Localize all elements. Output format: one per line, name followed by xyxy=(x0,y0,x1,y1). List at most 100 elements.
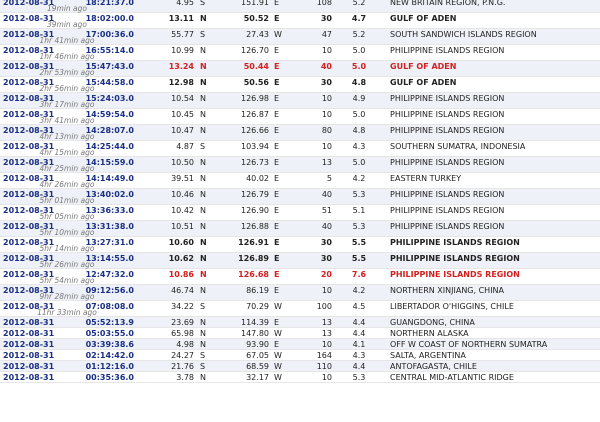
longitude-direction-cell: W xyxy=(274,329,282,338)
depth-cell: 40 xyxy=(321,190,332,199)
longitude-direction-cell: E xyxy=(274,126,280,135)
longitude-cell: 126.91 xyxy=(238,238,269,247)
magnitude-cell: 5.0 xyxy=(352,158,366,167)
time-cell[interactable]: 03:39:38.6 xyxy=(67,340,134,349)
depth-cell: 20 xyxy=(320,270,332,279)
time-cell[interactable]: 05:03:55.0 xyxy=(67,329,134,338)
time-cell[interactable]: 05:52:13.9 xyxy=(67,318,134,327)
latitude-direction-cell: N xyxy=(200,126,206,135)
latitude-cell: 10.51 xyxy=(171,222,194,231)
region-cell: PHILIPPINE ISLANDS REGION xyxy=(390,206,505,215)
magnitude-cell: 4.1 xyxy=(352,340,366,349)
depth-cell: 30 xyxy=(320,254,332,263)
table-row: 2012-08-31 00:35:36.0 3.78 N 32.17 W 10 5.3 CENT… xyxy=(0,372,600,383)
time-ago-label: 5hr 10min ago xyxy=(39,228,95,237)
longitude-direction-cell: W xyxy=(274,373,282,382)
time-cell[interactable]: 01:12:16.0 xyxy=(67,362,134,371)
latitude-direction-cell: N xyxy=(200,270,207,279)
table-row: 2012-08-31 13:40:02.0 10.46 N 126.79 E 40 5.3 PH… xyxy=(0,189,600,205)
region-cell: CENTRAL MID-ATLANTIC RIDGE xyxy=(390,373,514,382)
latitude-cell: 10.99 xyxy=(171,46,194,55)
magnitude-cell: 4.2 xyxy=(352,174,366,183)
date-cell[interactable]: 2012-08-31 xyxy=(3,373,54,382)
region-cell: EASTERN TURKEY xyxy=(390,174,462,183)
table-row: 2012-08-31 13:14:55.0 10.62 N 126.89 E 30 5.5 PH… xyxy=(0,253,600,269)
magnitude-cell: 5.3 xyxy=(352,190,366,199)
depth-cell: 30 xyxy=(320,14,332,23)
latitude-direction-cell: N xyxy=(200,254,207,263)
region-cell: GULF OF ADEN xyxy=(390,62,457,71)
region-cell: NORTHERN XINJIANG, CHINA xyxy=(390,286,505,295)
longitude-direction-cell: W xyxy=(274,351,282,360)
table-row: 2012-08-31 09:12:56.0 46.74 N 86.19 E 10 4.2 NOR… xyxy=(0,285,600,301)
longitude-direction-cell: W xyxy=(274,362,282,371)
time-ago-label: 1hr 46min ago xyxy=(39,52,95,61)
latitude-cell: 10.45 xyxy=(171,110,194,119)
depth-cell: 80 xyxy=(321,126,332,135)
table-row: 2012-08-31 13:27:31.0 10.60 N 126.91 E 30 5.5 PH… xyxy=(0,237,600,253)
region-cell: GUANGDONG, CHINA xyxy=(390,318,475,327)
longitude-direction-cell: W xyxy=(274,30,282,39)
depth-cell: 40 xyxy=(321,222,332,231)
longitude-cell: 67.05 xyxy=(246,351,269,360)
longitude-cell: 50.56 xyxy=(243,78,269,87)
magnitude-cell: 5.5 xyxy=(351,238,367,247)
table-row: 2012-08-31 13:31:38.0 10.51 N 126.88 E 40 5.3 PH… xyxy=(0,221,600,237)
date-cell[interactable]: 2012-08-31 xyxy=(3,351,54,360)
latitude-direction-cell: S xyxy=(200,0,206,7)
time-cell[interactable]: 00:35:36.0 xyxy=(67,373,134,382)
latitude-direction-cell: N xyxy=(200,46,206,55)
latitude-cell: 13.24 xyxy=(168,62,194,71)
latitude-direction-cell: S xyxy=(200,142,206,151)
latitude-direction-cell: N xyxy=(200,238,207,247)
table-row: 2012-08-31 05:52:13.9 23.69 N 114.39 E 13 4.4 GU… xyxy=(0,317,600,328)
magnitude-cell: 4.8 xyxy=(352,126,366,135)
region-cell: PHILIPPINE ISLANDS REGION xyxy=(390,94,505,103)
longitude-cell: 50.52 xyxy=(243,14,269,23)
table-row: 2012-08-31 14:14:49.0 39.51 N 40.02 E 5 4.2 EAST… xyxy=(0,173,600,189)
table-row: 2012-08-31 05:03:55.0 65.98 N 147.80 W 13 4.4 NO… xyxy=(0,328,600,339)
table-row: 2012-08-31 12:47:32.0 10.86 N 126.68 E 20 7.6 PH… xyxy=(0,269,600,285)
depth-cell: 108 xyxy=(316,0,332,7)
table-row: 2012-08-31 07:08:08.0 34.22 S 70.29 W 100 4.5 LI… xyxy=(0,301,600,317)
magnitude-cell: 5.2 xyxy=(352,30,366,39)
date-cell[interactable]: 2012-08-31 xyxy=(3,318,54,327)
date-cell[interactable]: 2012-08-31 xyxy=(3,329,54,338)
depth-cell: 40 xyxy=(320,62,332,71)
latitude-cell: 65.98 xyxy=(171,329,194,338)
latitude-direction-cell: N xyxy=(200,158,206,167)
longitude-direction-cell: E xyxy=(274,158,280,167)
depth-cell: 13 xyxy=(321,158,332,167)
latitude-cell: 10.46 xyxy=(171,190,194,199)
latitude-cell: 10.62 xyxy=(168,254,194,263)
magnitude-cell: 4.9 xyxy=(352,94,366,103)
latitude-direction-cell: N xyxy=(200,286,206,295)
table-row: 2012-08-31 03:39:38.6 4.98 N 93.90 E 10 4.1 OFF … xyxy=(0,339,600,350)
latitude-cell: 10.47 xyxy=(171,126,194,135)
latitude-cell: 21.76 xyxy=(171,362,194,371)
magnitude-cell: 7.6 xyxy=(351,270,367,279)
region-cell: PHILIPPINE ISLANDS REGION xyxy=(390,110,505,119)
table-row: 2012-08-31 14:28:07.0 10.47 N 126.66 E 80 4.8 PH… xyxy=(0,125,600,141)
longitude-cell: 27.43 xyxy=(246,30,269,39)
longitude-direction-cell: E xyxy=(274,94,280,103)
time-ago-label: 5hr 14min ago xyxy=(39,244,95,253)
depth-cell: 110 xyxy=(316,362,332,371)
latitude-direction-cell: N xyxy=(200,94,206,103)
depth-cell: 51 xyxy=(321,206,332,215)
time-cell[interactable]: 02:14:42.0 xyxy=(67,351,134,360)
latitude-cell: 4.87 xyxy=(176,142,194,151)
longitude-direction-cell: E xyxy=(274,254,280,263)
region-cell: SOUTHERN SUMATRA, INDONESIA xyxy=(390,142,526,151)
latitude-cell: 55.77 xyxy=(171,30,194,39)
longitude-cell: 126.89 xyxy=(238,254,269,263)
date-cell[interactable]: 2012-08-31 xyxy=(3,340,54,349)
longitude-cell: 126.70 xyxy=(241,46,269,55)
longitude-cell: 126.90 xyxy=(241,206,269,215)
longitude-direction-cell: E xyxy=(274,142,280,151)
date-cell[interactable]: 2012-08-31 xyxy=(3,362,54,371)
magnitude-cell: 5.0 xyxy=(351,62,367,71)
magnitude-cell: 5.3 xyxy=(352,373,366,382)
latitude-direction-cell: N xyxy=(200,318,206,327)
longitude-direction-cell: E xyxy=(274,110,280,119)
